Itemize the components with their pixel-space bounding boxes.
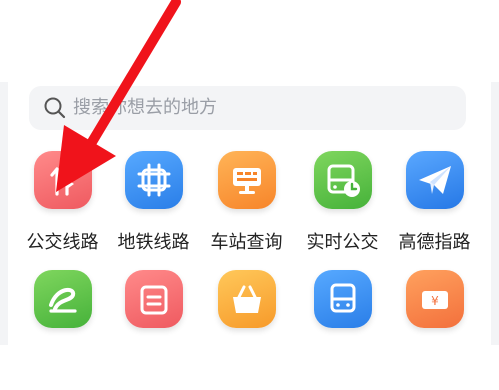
shortcut-station-query[interactable]: 车站查询 — [200, 151, 293, 271]
shortcut-row2-1[interactable] — [16, 270, 109, 390]
row2-tile-5[interactable]: ¥ — [405, 270, 464, 328]
station-query-tile[interactable] — [217, 151, 276, 209]
basket-icon — [232, 285, 261, 313]
search-placeholder[interactable]: 搜索你想去的地方 — [73, 86, 217, 130]
row2-tile-3[interactable] — [217, 270, 276, 328]
shortcut-realtime-bus[interactable]: 实时公交 — [296, 151, 389, 271]
row2-tile-1[interactable] — [33, 270, 92, 328]
search-bar[interactable]: 搜索你想去的地方 — [29, 86, 466, 130]
realtime-bus-tile[interactable] — [313, 151, 372, 209]
shortcut-metro-line[interactable]: 地铁线路 — [107, 151, 200, 271]
shortcut-row2-3[interactable] — [200, 270, 293, 390]
shortcut-label: 地铁线路 — [117, 232, 190, 253]
metro-line-tile[interactable] — [124, 151, 183, 209]
shortcut-row2-2[interactable] — [107, 270, 200, 390]
amap-directions-tile[interactable] — [405, 151, 464, 209]
realtime-bus-icon — [327, 164, 360, 197]
shortcut-label: 实时公交 — [306, 232, 379, 253]
yen-ticket-icon: ¥ — [421, 291, 448, 309]
row2-tile-2[interactable] — [124, 270, 183, 328]
left-panel-edge — [0, 82, 8, 345]
shortcut-label: 高德指路 — [398, 232, 471, 253]
right-panel-edge — [491, 82, 499, 345]
card-icon — [140, 285, 167, 315]
row2-tile-4[interactable] — [313, 270, 372, 328]
shortcut-label: 车站查询 — [210, 232, 283, 253]
bus-route-tile[interactable] — [33, 151, 92, 209]
shortcut-bus-route[interactable]: 公交线路 — [16, 151, 109, 271]
shortcut-label: 公交线路 — [26, 232, 99, 253]
svg-text:¥: ¥ — [431, 294, 439, 308]
shortcut-row2-5[interactable]: ¥ — [388, 270, 481, 390]
search-icon — [44, 97, 66, 119]
station-board-icon — [232, 168, 261, 194]
bus-route-icon — [49, 167, 74, 196]
metro-line-icon — [137, 163, 170, 197]
shortcut-row2-4[interactable] — [296, 270, 389, 390]
swirl-logo-icon — [48, 287, 77, 313]
bus-front-icon — [330, 283, 355, 313]
shortcut-amap-directions[interactable]: 高德指路 — [388, 151, 481, 271]
paper-plane-icon — [418, 166, 451, 194]
